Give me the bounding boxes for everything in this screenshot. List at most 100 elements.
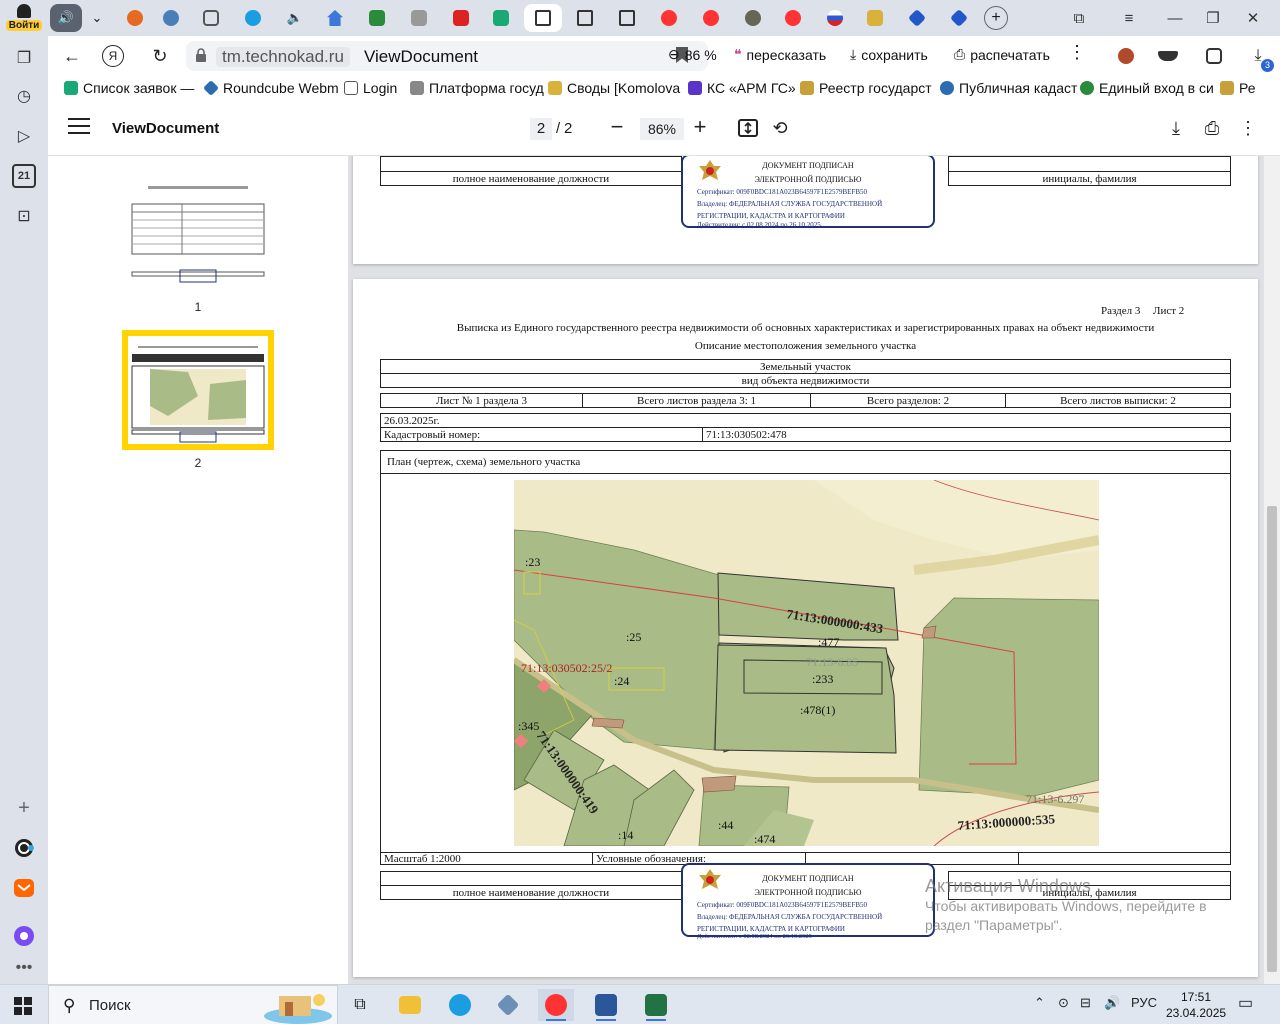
tab-5[interactable]: 🔈 (280, 4, 310, 32)
notification-center-icon[interactable]: ▭ (1238, 993, 1253, 1013)
tab-20[interactable] (902, 4, 932, 32)
bookmark-item[interactable]: Своды [Komolova (548, 80, 680, 96)
start-button[interactable] (14, 997, 32, 1015)
taskbar-yandex-browser[interactable] (538, 989, 574, 1021)
fit-page-icon[interactable] (736, 116, 760, 140)
tab-16[interactable] (738, 4, 768, 32)
address-bar[interactable]: tm.technokad.ru ViewDocument (186, 41, 708, 71)
scrollbar-thumb[interactable] (1267, 506, 1277, 972)
taskbar-search[interactable]: ⚲ Поиск (48, 985, 338, 1024)
notifications-icon[interactable]: ≡ (1114, 6, 1144, 30)
new-tab-button[interactable]: + (984, 6, 1008, 30)
document-scrollbar[interactable] (1264, 156, 1280, 984)
tab-edge[interactable] (238, 4, 268, 32)
thumbnail-page-2[interactable] (122, 330, 274, 450)
tab-8[interactable] (404, 4, 434, 32)
tab-12[interactable] (570, 4, 600, 32)
tray-chevron-icon[interactable]: ⌃ (1034, 995, 1045, 1011)
print-icon[interactable]: ⎙ (1200, 116, 1224, 140)
download-icon[interactable]: ⤓ (1164, 116, 1188, 140)
more-panels-icon[interactable]: ••• (12, 956, 36, 980)
firefox-icon (127, 10, 143, 26)
taskbar-edge[interactable] (442, 989, 478, 1021)
lock-icon (196, 48, 206, 62)
reload-button[interactable]: ↻ (146, 42, 174, 70)
tab-18[interactable] (820, 4, 850, 32)
add-panel-icon[interactable]: + (12, 796, 36, 820)
signin-button[interactable]: Войти (6, 4, 42, 34)
yandex-button[interactable]: Я (102, 45, 124, 67)
taskbar-word[interactable] (588, 989, 624, 1021)
taskbar-explorer[interactable] (392, 989, 428, 1021)
close-button[interactable]: ✕ (1238, 6, 1268, 30)
bookmark-item[interactable]: Платформа госуд (410, 80, 544, 96)
bookmark-item[interactable]: Единый вход в си (1080, 80, 1214, 96)
restore-button[interactable]: ❐ (1198, 6, 1228, 30)
tab-17[interactable] (778, 4, 808, 32)
taskbar-excel[interactable] (638, 989, 674, 1021)
more-options-icon[interactable]: ⋮ (1236, 116, 1260, 140)
history-icon[interactable]: ◷ (12, 84, 36, 108)
extension-2-icon[interactable] (1154, 42, 1182, 70)
thumbnail-page-1[interactable] (128, 182, 268, 288)
save-button[interactable]: ⤓ сохранить (850, 46, 928, 63)
tab-15[interactable] (696, 4, 726, 32)
collections-icon[interactable]: ❐ (12, 46, 36, 70)
tabs-menu-icon[interactable]: ⧉ (1064, 6, 1094, 30)
downloads-button[interactable]: ⤓ 3 (1244, 42, 1274, 72)
mail-icon[interactable] (12, 876, 36, 900)
bookmark-item[interactable]: Ре (1220, 80, 1256, 96)
back-button[interactable]: ← (58, 42, 86, 70)
bookmark-item[interactable]: Список заявок — (64, 80, 194, 96)
task-view-button[interactable]: ⧉ (342, 989, 378, 1021)
tray-app-icon[interactable]: ⊙ (1058, 995, 1069, 1011)
assistant-icon[interactable] (12, 924, 36, 948)
zoom-input[interactable]: 86% (640, 118, 684, 140)
tab-6[interactable] (320, 4, 350, 32)
volume-icon[interactable]: 🔊 (1104, 995, 1120, 1011)
network-icon[interactable]: ⊟ (1080, 995, 1091, 1011)
menu-icon[interactable] (68, 118, 90, 138)
bookmark-item[interactable]: Публичная кадаст (940, 80, 1077, 96)
folder-icon (399, 996, 421, 1014)
more-actions-icon[interactable]: ⋮ (1068, 42, 1086, 63)
extension-3-icon[interactable] (1200, 42, 1228, 70)
bookmark-item[interactable]: КС «АРМ ГС» (688, 80, 796, 96)
tab-audio[interactable]: 🔊 (50, 4, 82, 32)
tab-19[interactable] (860, 4, 890, 32)
tab-10[interactable] (486, 4, 516, 32)
speaker-icon: 🔈 (286, 10, 304, 25)
tab-13[interactable] (612, 4, 642, 32)
tab-viewdocument[interactable] (524, 4, 562, 32)
tab-firefox[interactable] (120, 4, 150, 32)
rotate-icon[interactable]: ⟲ (768, 116, 792, 140)
total-sections: Всего разделов: 2 (810, 393, 1006, 408)
alice-icon[interactable] (12, 836, 36, 860)
print-button[interactable]: ⎙ распечатать (954, 46, 1050, 63)
extension-1-icon[interactable] (1112, 42, 1140, 70)
bookmark-item[interactable]: Roundcube Webm (203, 80, 339, 96)
retell-button[interactable]: ❝ пересказать (734, 46, 826, 63)
tab-7[interactable] (362, 4, 392, 32)
video-icon[interactable]: ▷ (12, 124, 36, 148)
bookmark-item[interactable]: Реестр государст (800, 80, 932, 96)
tab-9[interactable] (446, 4, 476, 32)
minimize-button[interactable]: — (1160, 6, 1190, 30)
tab-21[interactable] (944, 4, 974, 32)
tab-2[interactable] (156, 4, 186, 32)
language-indicator[interactable]: РУС (1131, 995, 1157, 1010)
screenshot-icon[interactable]: ⊡ (12, 204, 36, 228)
taskbar-app-3[interactable] (490, 989, 526, 1021)
zoom-out-button[interactable]: − (604, 114, 630, 140)
tab-14[interactable] (654, 4, 684, 32)
calendar-icon[interactable]: 21 (12, 164, 36, 188)
tab-list-button[interactable]: ⌄ (82, 4, 112, 32)
excel-icon (645, 994, 667, 1016)
tab-3[interactable] (196, 4, 226, 32)
address-domain: tm.technokad.ru (216, 47, 350, 67)
page-number-input[interactable]: 2 (530, 118, 552, 140)
bookmark-item[interactable]: Login (344, 80, 397, 96)
zoom-in-button[interactable]: + (687, 114, 713, 140)
taskbar-clock[interactable]: 17:51 23.04.2025 (1166, 989, 1226, 1021)
page-zoom-button[interactable]: ⊖ 86 % (668, 46, 717, 63)
